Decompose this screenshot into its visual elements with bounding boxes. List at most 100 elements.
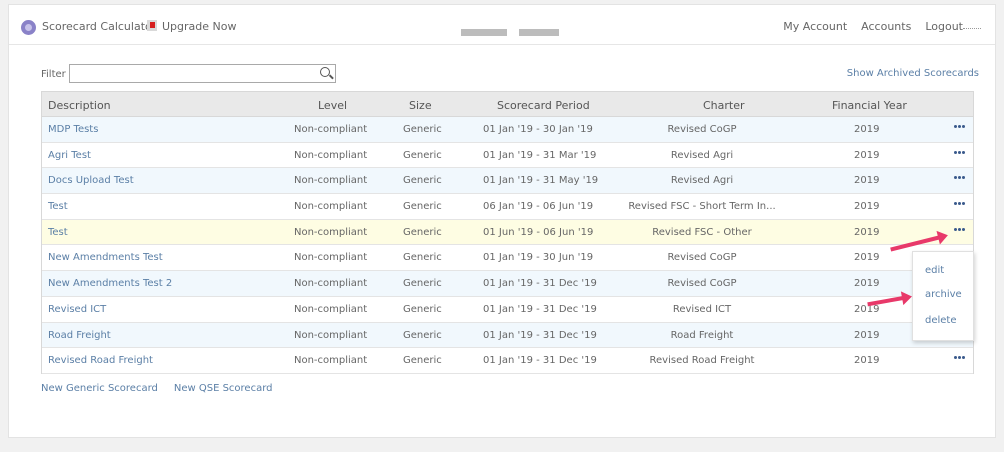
table-row[interactable]: Agri Test Non-compliant Generic 01 Jan '19 … (42, 143, 973, 169)
column-header-period[interactable]: Scorecard Period (497, 99, 590, 112)
cell-level: Non-compliant (294, 329, 368, 341)
cell-charter: Revised ICT (672, 303, 732, 315)
cell-year: 2019 (854, 149, 880, 161)
cell-level: Non-compliant (294, 175, 368, 187)
table-body: MDP Tests Non-compliant Generic 01 Jan '19 … (42, 117, 973, 374)
table-row[interactable]: MDP Tests Non-compliant Generic 01 Jan '19 … (42, 117, 973, 143)
column-header-size[interactable]: Size (409, 99, 432, 112)
cell-size: Generic (403, 278, 442, 290)
cell-charter: Revised FSC - Short Term In... (628, 201, 776, 213)
cell-size: Generic (403, 201, 442, 213)
logo-icon (21, 20, 36, 35)
cell-period: 01 Jan '19 - 31 May '19 (483, 175, 599, 187)
cell-description[interactable]: Test (48, 227, 68, 238)
app-title[interactable]: Scorecard Calculator (42, 20, 156, 33)
new-generic-scorecard-link[interactable]: New Generic Scorecard (41, 383, 158, 394)
flag-icon (147, 20, 157, 31)
cell-description[interactable]: Docs Upload Test (48, 175, 134, 186)
filter-input[interactable] (70, 65, 310, 82)
more-options-icon[interactable] (954, 125, 966, 129)
more-options-icon[interactable] (954, 150, 966, 155)
cell-size: Generic (403, 303, 442, 315)
show-archived-link[interactable]: Show Archived Scorecards (847, 68, 979, 79)
cell-size: Generic (403, 175, 442, 187)
cell-size: Generic (403, 226, 442, 238)
cell-description[interactable]: Revised Road Freight (48, 355, 153, 366)
cell-year: 2019 (854, 124, 880, 135)
accounts-link[interactable]: Accounts (861, 20, 911, 33)
column-header-charter[interactable]: Charter (703, 99, 745, 112)
more-options-icon[interactable] (954, 176, 966, 180)
cell-charter: Revised Road Freight (649, 355, 755, 367)
cell-period: 01 Jan '19 - 30 Jan '19 (483, 124, 593, 135)
cell-charter: Revised CoGP (667, 252, 737, 264)
filter-label: Filter (41, 69, 66, 80)
cell-level: Non-compliant (294, 149, 368, 161)
cell-description[interactable]: Revised ICT (48, 304, 106, 315)
menu-item-delete[interactable]: delete (925, 315, 957, 326)
top-nav: My Account Accounts Logout (783, 20, 963, 33)
cell-period: 01 Jan '19 - 31 Dec '19 (483, 329, 597, 341)
cell-size: Generic (403, 149, 442, 161)
cell-period: 01 Jan '19 - 31 Dec '19 (483, 355, 597, 367)
cell-charter: Road Freight (670, 329, 734, 341)
cell-description[interactable]: New Amendments Test 2 (48, 278, 172, 289)
menu-item-archive[interactable]: archive (925, 289, 962, 300)
cell-charter: Revised CoGP (667, 124, 737, 135)
table-row[interactable]: Test Non-compliant Generic 06 Jan '19 - 06 … (42, 194, 973, 220)
table-row[interactable]: New Amendments Test 2 Non-compliant Generi… (42, 271, 973, 297)
cell-period: 01 Jan '19 - 31 Mar '19 (483, 149, 597, 161)
upgrade-now-link[interactable]: Upgrade Now (162, 20, 236, 33)
cell-year: 2019 (854, 226, 880, 238)
more-options-icon[interactable] (954, 202, 966, 206)
scorecards-table: Description Level Size Scorecard Period … (41, 91, 974, 374)
my-account-link[interactable]: My Account (783, 20, 847, 33)
cell-level: Non-compliant (294, 252, 368, 264)
cell-level: Non-compliant (294, 355, 368, 367)
cell-period: 06 Jan '19 - 06 Jun '19 (483, 201, 594, 213)
table-row[interactable]: Revised ICT Non-compliant Generic 01 Jan '1… (42, 297, 973, 323)
cell-charter: Revised Agri (670, 149, 734, 161)
table-header: Description Level Size Scorecard Period … (42, 92, 973, 117)
cell-charter: Revised Agri (670, 175, 734, 187)
cell-description[interactable]: MDP Tests (48, 124, 98, 135)
cell-year: 2019 (854, 201, 880, 213)
cell-description[interactable]: New Amendments Test (48, 252, 163, 263)
cell-size: Generic (403, 355, 442, 367)
logout-link[interactable]: Logout (925, 20, 963, 33)
cell-size: Generic (403, 124, 442, 135)
table-row[interactable]: Test Non-compliant Generic 01 Jun '19 - 06 … (42, 219, 973, 246)
app-frame: Scorecard Calculator Upgrade Now My Acco… (8, 4, 996, 438)
filter-field (69, 64, 336, 83)
redacted-text (461, 29, 507, 36)
more-options-icon[interactable] (954, 356, 966, 360)
cell-year: 2019 (854, 175, 880, 187)
column-header-description[interactable]: Description (48, 99, 111, 112)
column-header-level[interactable]: Level (318, 99, 347, 112)
cell-year: 2019 (854, 329, 880, 341)
cell-year: 2019 (854, 252, 880, 264)
cell-year: 2019 (854, 303, 880, 315)
cell-size: Generic (403, 252, 442, 264)
cell-level: Non-compliant (294, 201, 368, 213)
cell-description[interactable]: Agri Test (48, 150, 91, 161)
table-row[interactable]: Road Freight Non-compliant Generic 01 Jan '… (42, 322, 973, 349)
more-options-icon[interactable] (954, 227, 966, 232)
table-row[interactable]: New Amendments Test Non-compliant Generic 0… (42, 245, 973, 272)
row-actions-menu: edit archive delete (912, 251, 974, 341)
cell-period: 01 Jan '19 - 31 Dec '19 (483, 303, 597, 315)
search-icon[interactable] (320, 67, 330, 77)
cell-level: Non-compliant (294, 303, 368, 315)
cell-period: 01 Jan '19 - 31 Dec '19 (483, 278, 597, 290)
cell-size: Generic (403, 329, 442, 341)
cell-description[interactable]: Road Freight (48, 330, 111, 341)
redacted-user (963, 26, 981, 29)
table-row[interactable]: Docs Upload Test Non-compliant Generic 01 J… (42, 168, 973, 195)
new-qse-scorecard-link[interactable]: New QSE Scorecard (174, 383, 273, 394)
table-row[interactable]: Revised Road Freight Non-compliant Generic… (42, 348, 973, 374)
cell-level: Non-compliant (294, 124, 368, 135)
menu-item-edit[interactable]: edit (925, 265, 944, 276)
cell-charter: Revised CoGP (667, 278, 737, 290)
column-header-financial-year[interactable]: Financial Year (832, 99, 907, 112)
cell-description[interactable]: Test (48, 201, 68, 212)
